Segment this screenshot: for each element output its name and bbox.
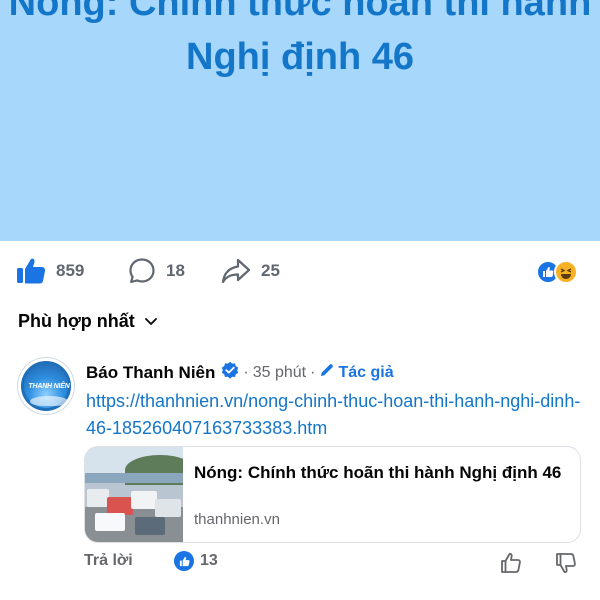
comment-reactions[interactable]: 13	[174, 551, 218, 571]
avatar-logo-text: THANH NIÊN	[28, 383, 70, 390]
link-preview-title: Nóng: Chính thức hoãn thi hành Nghị định…	[194, 463, 562, 482]
share-icon	[221, 257, 251, 285]
reply-button[interactable]: Trả lời	[84, 552, 133, 570]
link-preview-card[interactable]: Nóng: Chính thức hoãn thi hành Nghị định…	[84, 446, 581, 543]
haha-reaction-icon	[554, 260, 578, 284]
comment-footer: Trả lời 13	[84, 551, 584, 575]
like-reaction-icon	[174, 551, 194, 571]
share-count: 25	[261, 261, 280, 280]
reaction-summary[interactable]	[536, 260, 586, 286]
comment-sort-dropdown[interactable]: Phù hợp nhất	[18, 311, 158, 332]
sort-label: Phù hợp nhất	[18, 311, 135, 331]
comment-header: Báo Thanh Niên · 35 phút · Tác giả	[86, 361, 394, 384]
separator-dot: ·	[243, 363, 249, 381]
like-count: 859	[56, 261, 85, 280]
avatar[interactable]: THANH NIÊN	[18, 358, 74, 414]
thumbs-down-icon[interactable]	[554, 551, 578, 580]
comment-reaction-count: 13	[200, 552, 218, 569]
banner-title: Nóng: Chính thức hoãn thi hành Nghị định…	[8, 0, 592, 78]
comment-icon	[128, 257, 156, 285]
pencil-icon	[319, 362, 335, 383]
like-icon	[16, 257, 46, 285]
verified-icon	[221, 361, 239, 384]
post-image-banner[interactable]: Nóng: Chính thức hoãn thi hành Nghị định…	[0, 0, 600, 241]
separator-dot: ·	[310, 363, 316, 381]
comment-link[interactable]: https://thanhnien.vn/nong-chinh-thuc-hoa…	[86, 388, 586, 442]
chevron-down-icon	[144, 311, 158, 332]
post-actions-bar: 859 18 25	[0, 249, 600, 295]
link-preview-domain: thanhnien.vn	[194, 511, 280, 528]
comment-count: 18	[166, 261, 185, 280]
share-button[interactable]: 25	[221, 257, 280, 285]
comment-author[interactable]: Báo Thanh Niên	[86, 363, 215, 383]
author-badge-label: Tác giả	[338, 363, 394, 381]
thanh-nien-logo: THANH NIÊN	[24, 364, 70, 408]
like-button[interactable]: 859	[16, 257, 84, 285]
comment-time[interactable]: 35 phút	[253, 364, 306, 382]
link-preview-thumbnail	[85, 447, 183, 542]
thumbs-up-icon[interactable]	[499, 551, 523, 580]
author-badge: Tác giả	[319, 362, 394, 383]
comment-button[interactable]: 18	[128, 257, 185, 285]
